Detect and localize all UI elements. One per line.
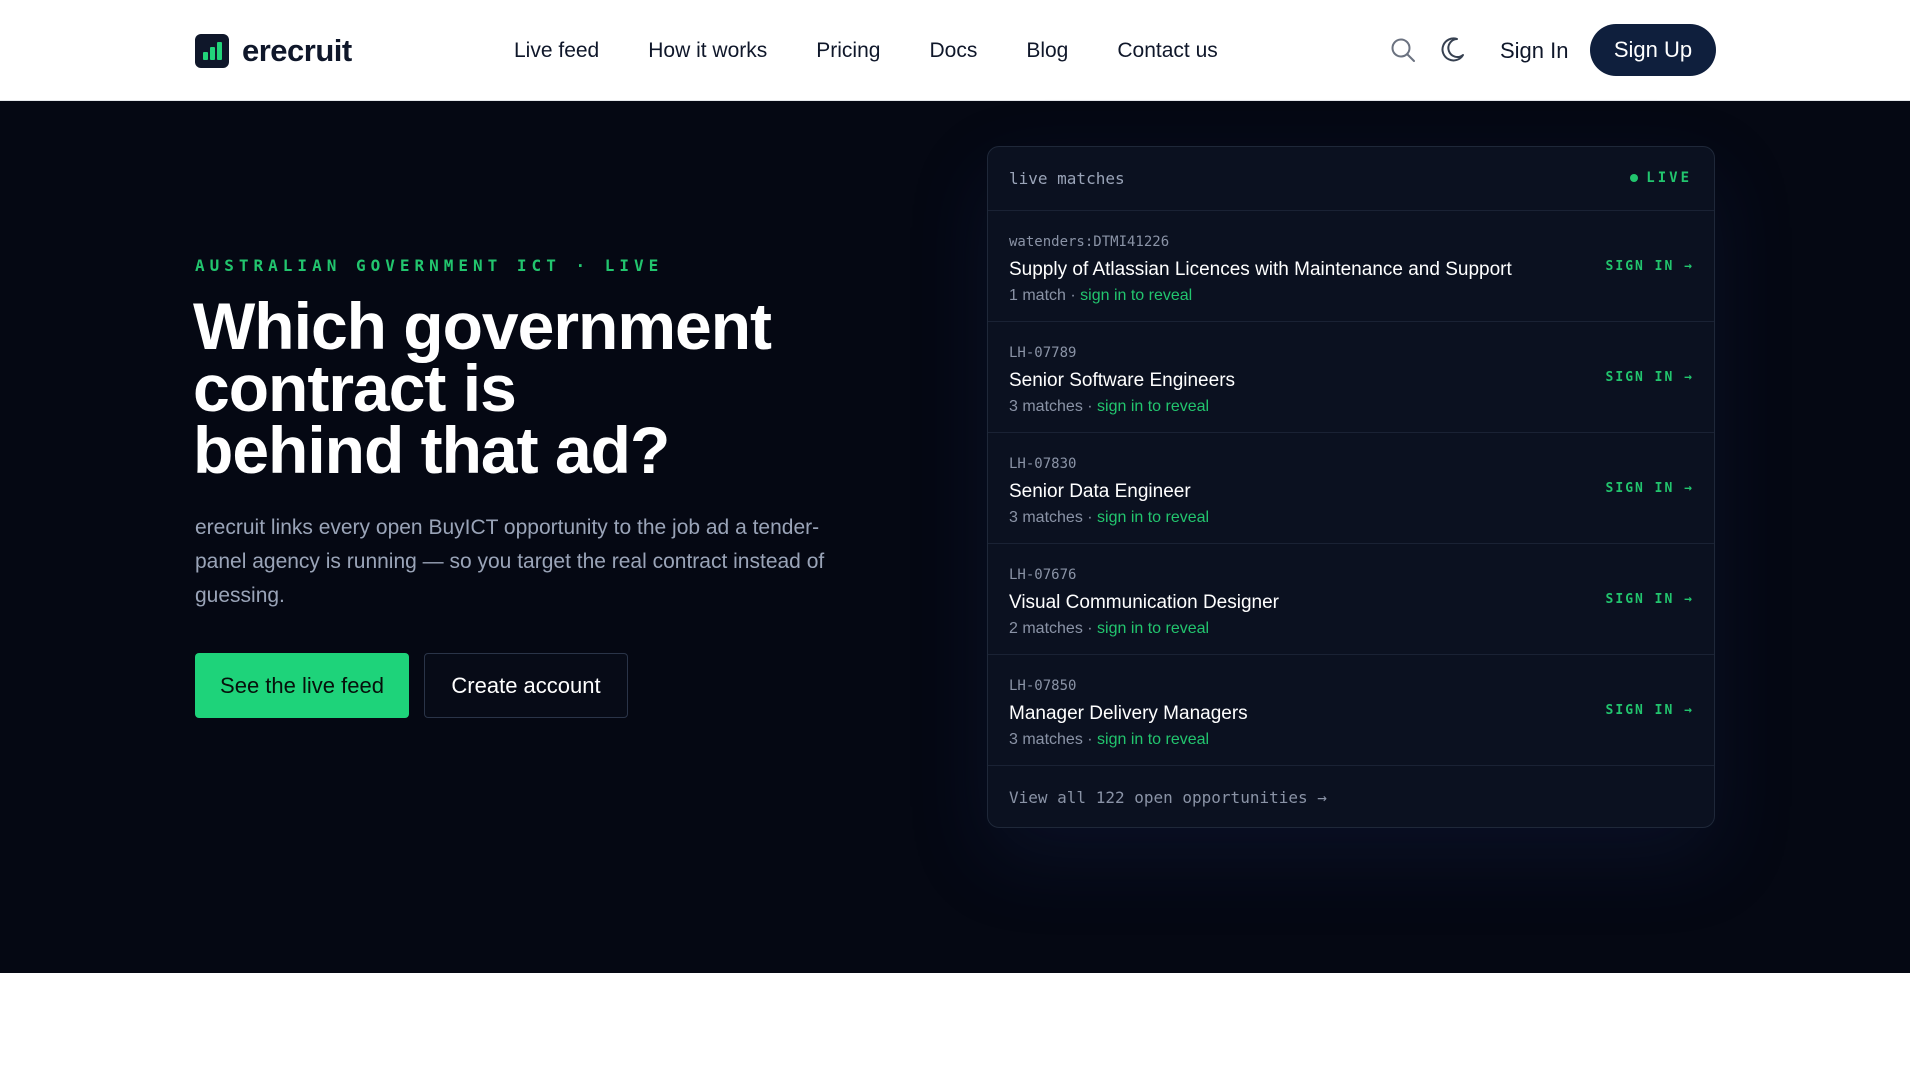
brand-logo[interactable]: erecruit xyxy=(195,33,352,69)
reveal-link[interactable]: sign in to reveal xyxy=(1097,398,1209,415)
opportunity-title: Supply of Atlassian Licences with Mainte… xyxy=(1009,259,1512,280)
opportunity-id: LH-07676 xyxy=(1009,567,1077,583)
reveal-link[interactable]: sign in to reveal xyxy=(1097,731,1209,748)
meta-separator: · xyxy=(1082,398,1098,415)
logo-bars-icon xyxy=(195,34,229,68)
moon-icon[interactable] xyxy=(1437,35,1467,65)
match-meta: 2 matches · sign in to reveal xyxy=(1009,620,1209,638)
sign-in-cta[interactable]: SIGN IN → xyxy=(1606,703,1694,718)
list-item[interactable]: watenders:DTMI41226 Supply of Atlassian … xyxy=(988,211,1714,322)
search-icon[interactable] xyxy=(1388,35,1418,65)
opportunity-title: Senior Data Engineer xyxy=(1009,481,1191,502)
hero-headline: Which government contract is behind that… xyxy=(193,289,913,487)
match-count: 3 matches xyxy=(1009,509,1083,526)
nav-item-live-feed[interactable]: Live feed xyxy=(514,37,599,65)
nav-item-docs[interactable]: Docs xyxy=(929,37,977,65)
opportunity-title: Visual Communication Designer xyxy=(1009,592,1279,613)
live-dot-icon xyxy=(1630,174,1639,182)
create-account-button[interactable]: Create account xyxy=(424,653,628,718)
page-below-fold xyxy=(0,973,1910,1080)
list-item[interactable]: LH-07850 Manager Delivery Managers 3 mat… xyxy=(988,655,1714,766)
panel-header: live matches LIVE xyxy=(988,147,1714,211)
opportunity-title: Senior Software Engineers xyxy=(1009,370,1236,391)
brand-name: erecruit xyxy=(242,33,352,68)
nav-item-how-it-works[interactable]: How it works xyxy=(648,37,767,65)
sign-in-link[interactable]: Sign In xyxy=(1500,37,1569,65)
reveal-link[interactable]: sign in to reveal xyxy=(1080,287,1192,304)
match-meta: 3 matches · sign in to reveal xyxy=(1009,509,1209,527)
headline-line: contract is xyxy=(193,351,517,425)
hero-eyebrow: AUSTRALIAN GOVERNMENT ICT · LIVE xyxy=(195,256,664,275)
match-meta: 3 matches · sign in to reveal xyxy=(1009,731,1209,749)
sign-in-cta[interactable]: SIGN IN → xyxy=(1606,259,1694,274)
hero-section: AUSTRALIAN GOVERNMENT ICT · LIVE Which g… xyxy=(0,101,1910,973)
match-count: 2 matches xyxy=(1009,620,1083,637)
main-nav: Live feed How it works Pricing Docs Blog… xyxy=(514,37,1267,65)
list-item[interactable]: LH-07789 Senior Software Engineers 3 mat… xyxy=(988,322,1714,433)
hero-subtext: erecruit links every open BuyICT opportu… xyxy=(195,516,825,607)
nav-item-pricing[interactable]: Pricing xyxy=(816,37,880,65)
headline-line: Which government xyxy=(193,289,772,363)
list-item[interactable]: LH-07676 Visual Communication Designer 2… xyxy=(988,544,1714,655)
meta-separator: · xyxy=(1082,731,1098,748)
meta-separator: · xyxy=(1082,509,1098,526)
nav-item-blog[interactable]: Blog xyxy=(1026,37,1068,65)
match-count: 3 matches xyxy=(1009,731,1083,748)
sign-in-cta[interactable]: SIGN IN → xyxy=(1606,481,1694,496)
headline-line: behind that ad? xyxy=(193,413,670,487)
live-matches-panel: live matches LIVE watenders:DTMI41226 Su… xyxy=(987,146,1715,828)
panel-title: live matches xyxy=(1009,169,1125,188)
live-badge: LIVE xyxy=(1630,170,1692,186)
match-count: 3 matches xyxy=(1009,398,1083,415)
nav-item-contact-us[interactable]: Contact us xyxy=(1117,37,1217,65)
view-all-opportunities-link[interactable]: View all 122 open opportunities → xyxy=(1009,788,1327,807)
sign-in-cta[interactable]: SIGN IN → xyxy=(1606,370,1694,385)
list-item[interactable]: LH-07830 Senior Data Engineer 3 matches … xyxy=(988,433,1714,544)
opportunity-id: LH-07789 xyxy=(1009,345,1077,361)
reveal-link[interactable]: sign in to reveal xyxy=(1097,620,1209,637)
site-header: erecruit Live feed How it works Pricing … xyxy=(0,0,1910,101)
reveal-link[interactable]: sign in to reveal xyxy=(1097,509,1209,526)
opportunity-id: LH-07830 xyxy=(1009,456,1077,472)
sign-up-button[interactable]: Sign Up xyxy=(1590,24,1716,76)
match-meta: 1 match · sign in to reveal xyxy=(1009,287,1192,305)
see-live-feed-button[interactable]: See the live feed xyxy=(195,653,409,718)
opportunity-title: Manager Delivery Managers xyxy=(1009,703,1248,724)
meta-separator: · xyxy=(1082,620,1098,637)
sign-in-cta[interactable]: SIGN IN → xyxy=(1606,592,1694,607)
live-label: LIVE xyxy=(1646,170,1692,186)
match-count: 1 match xyxy=(1009,287,1066,304)
opportunity-id: watenders:DTMI41226 xyxy=(1009,234,1170,250)
match-meta: 3 matches · sign in to reveal xyxy=(1009,398,1209,416)
opportunity-id: LH-07850 xyxy=(1009,678,1077,694)
meta-separator: · xyxy=(1065,287,1081,304)
